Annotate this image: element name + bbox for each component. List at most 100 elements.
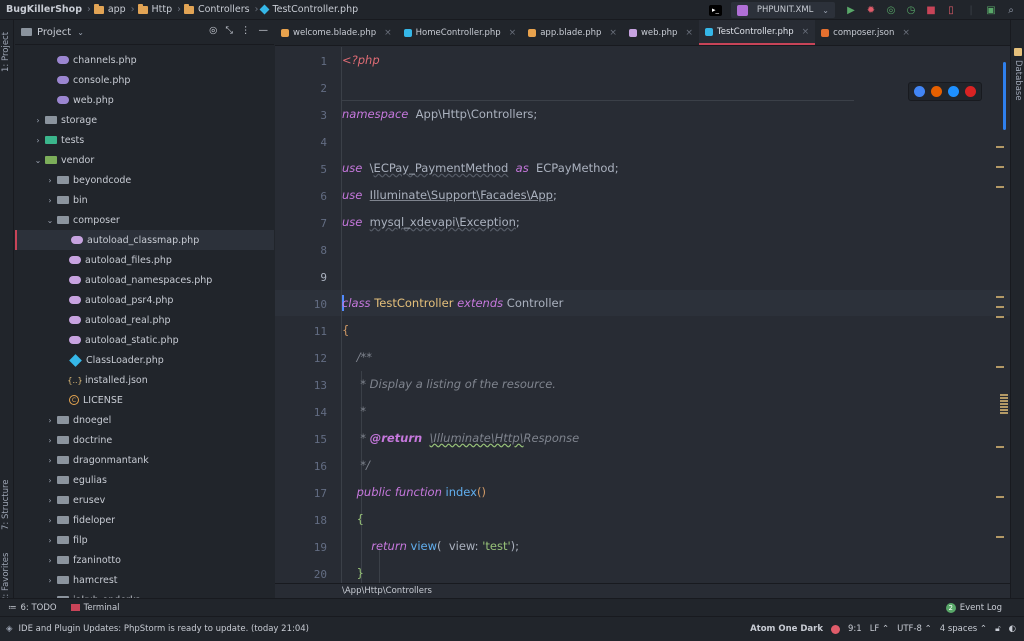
tree-folder[interactable]: ›jakub-onderka — [15, 590, 274, 598]
tree-folder[interactable]: › bin — [15, 190, 274, 210]
breadcrumb-http[interactable]: Http — [137, 3, 172, 15]
line-number[interactable]: 20 — [275, 568, 327, 581]
terminal-window-icon[interactable]: ▣ — [984, 3, 998, 17]
tree-folder[interactable]: › beyondcode — [15, 170, 274, 190]
breadcrumb-project[interactable]: BugKillerShop — [6, 4, 82, 15]
close-icon[interactable]: × — [509, 28, 517, 38]
tree-folder[interactable]: › hamcrest — [15, 570, 274, 590]
coverage-icon[interactable]: ◎ — [884, 3, 898, 17]
line-number[interactable]: 6 — [275, 190, 327, 203]
file-encoding[interactable]: UTF-8 ⌃ — [897, 624, 932, 634]
database-tool-button[interactable]: Database — [1013, 60, 1023, 101]
line-number[interactable]: 4 — [275, 136, 327, 149]
line-separator[interactable]: LF ⌃ — [870, 624, 889, 634]
theme-name[interactable]: Atom One Dark — [750, 624, 823, 634]
profile-icon[interactable]: ◷ — [904, 3, 918, 17]
collapse-icon[interactable]: ⤡ — [225, 25, 233, 36]
line-number[interactable]: 13 — [275, 379, 327, 392]
tree-folder[interactable]: › fideloper — [15, 510, 274, 530]
line-number[interactable]: 14 — [275, 406, 327, 419]
chevron-right-icon[interactable]: › — [45, 456, 55, 465]
search-icon[interactable]: ⌕ — [1004, 3, 1018, 17]
line-number[interactable]: 8 — [275, 244, 327, 257]
tree-file[interactable]: autoload_psr4.php — [15, 290, 274, 310]
chevron-right-icon[interactable]: › — [45, 516, 55, 525]
close-icon[interactable]: × — [685, 28, 693, 38]
line-number[interactable]: 16 — [275, 460, 327, 473]
chevron-right-icon[interactable]: › — [45, 576, 55, 585]
chevron-right-icon[interactable]: › — [45, 176, 55, 185]
chevron-right-icon[interactable]: › — [45, 476, 55, 485]
project-tool-button[interactable]: 1: Project — [1, 32, 11, 72]
line-number[interactable]: 18 — [275, 514, 327, 527]
editor-tab[interactable]: TestController.php × — [698, 20, 816, 45]
target-icon[interactable]: ◎ — [209, 25, 217, 36]
tree-file[interactable]: web.php — [15, 90, 274, 110]
editor-tab[interactable]: HomeController.php × — [398, 20, 523, 45]
chevron-down-icon[interactable]: ⌄ — [33, 156, 43, 165]
lock-icon[interactable]: 🔓︎ — [995, 624, 1001, 634]
phone-icon[interactable]: ▯ — [944, 3, 958, 17]
editor-tab[interactable]: app.blade.php × — [522, 20, 623, 45]
tree-folder[interactable]: › doctrine — [15, 430, 274, 450]
chevron-right-icon[interactable]: › — [45, 416, 55, 425]
editor-tab[interactable]: welcome.blade.php × — [275, 20, 398, 45]
opera-icon[interactable] — [965, 86, 976, 97]
tree-file[interactable]: autoload_classmap.php — [15, 230, 274, 250]
chevron-down-icon[interactable]: ⌄ — [45, 216, 55, 225]
tree-folder[interactable]: › erusev — [15, 490, 274, 510]
line-number[interactable]: 12 — [275, 352, 327, 365]
line-number[interactable]: 11 — [275, 325, 327, 338]
tree-file[interactable]: channels.php — [15, 50, 274, 70]
line-number[interactable]: 7 — [275, 217, 327, 230]
todo-tool-button[interactable]: ≔ 6: TODO — [8, 603, 57, 613]
tree-file[interactable]: console.php — [15, 70, 274, 90]
chevron-right-icon[interactable]: › — [45, 556, 55, 565]
tree-folder[interactable]: › tests — [15, 130, 274, 150]
chevron-right-icon[interactable]: › — [45, 496, 55, 505]
line-number[interactable]: 15 — [275, 433, 327, 446]
line-number[interactable]: 5 — [275, 163, 327, 176]
caret-position[interactable]: 9:1 — [848, 624, 862, 634]
hide-icon[interactable]: — — [259, 25, 269, 36]
tree-folder[interactable]: › dnoegel — [15, 410, 274, 430]
run-configuration-select[interactable]: PHPUNIT.XML ⌄ — [731, 2, 835, 18]
tree-folder[interactable]: › dragonmantank — [15, 450, 274, 470]
tree-folder[interactable]: › storage — [15, 110, 274, 130]
tree-folder[interactable]: ⌄ composer — [15, 210, 274, 230]
indent-setting[interactable]: 4 spaces ⌃ — [940, 624, 987, 634]
scroll-thumb[interactable] — [1003, 62, 1006, 130]
breadcrumb-controllers[interactable]: Controllers — [183, 3, 250, 15]
favorites-tool-button[interactable]: 2: Favorites — [1, 553, 11, 602]
code-area[interactable]: 1 2 3 4 5 6 7 8 9 10 11 12 13 14 15 16 17 18 19 20 <?php name… — [275, 47, 1010, 583]
chrome-icon[interactable] — [914, 86, 925, 97]
stop-icon[interactable]: ■ — [924, 3, 938, 17]
close-icon[interactable]: × — [802, 27, 810, 37]
line-number[interactable]: 9 — [275, 271, 327, 284]
safari-icon[interactable] — [948, 86, 959, 97]
line-number[interactable]: 10 — [275, 298, 327, 311]
chevron-right-icon[interactable]: › — [33, 116, 43, 125]
chevron-right-icon[interactable]: › — [45, 196, 55, 205]
status-message[interactable]: IDE and Plugin Updates: PhpStorm is read… — [19, 624, 309, 634]
tree-folder[interactable]: ⌄ vendor — [15, 150, 274, 170]
tree-folder[interactable]: › filp — [15, 530, 274, 550]
chevron-right-icon[interactable]: › — [45, 536, 55, 545]
chevron-right-icon[interactable]: › — [33, 136, 43, 145]
tree-file[interactable]: autoload_files.php — [15, 250, 274, 270]
editor-tab[interactable]: composer.json × — [815, 20, 916, 45]
tree-file[interactable]: autoload_real.php — [15, 310, 274, 330]
tree-file[interactable]: ClassLoader.php — [15, 350, 274, 370]
line-number[interactable]: 19 — [275, 541, 327, 554]
update-icon[interactable]: ◈ — [6, 624, 13, 634]
line-number[interactable]: 1 — [275, 55, 327, 68]
breadcrumb-app[interactable]: app — [93, 3, 126, 15]
editor-scrollbar[interactable] — [996, 48, 1008, 588]
inspector-icon[interactable]: ◐ — [1009, 624, 1016, 634]
tree-folder[interactable]: › egulias — [15, 470, 274, 490]
editor-tab[interactable]: web.php × — [623, 20, 699, 45]
close-icon[interactable]: × — [384, 28, 392, 38]
debug-icon[interactable]: ✹ — [864, 3, 878, 17]
tree-file[interactable]: autoload_namespaces.php — [15, 270, 274, 290]
firefox-icon[interactable] — [931, 86, 942, 97]
